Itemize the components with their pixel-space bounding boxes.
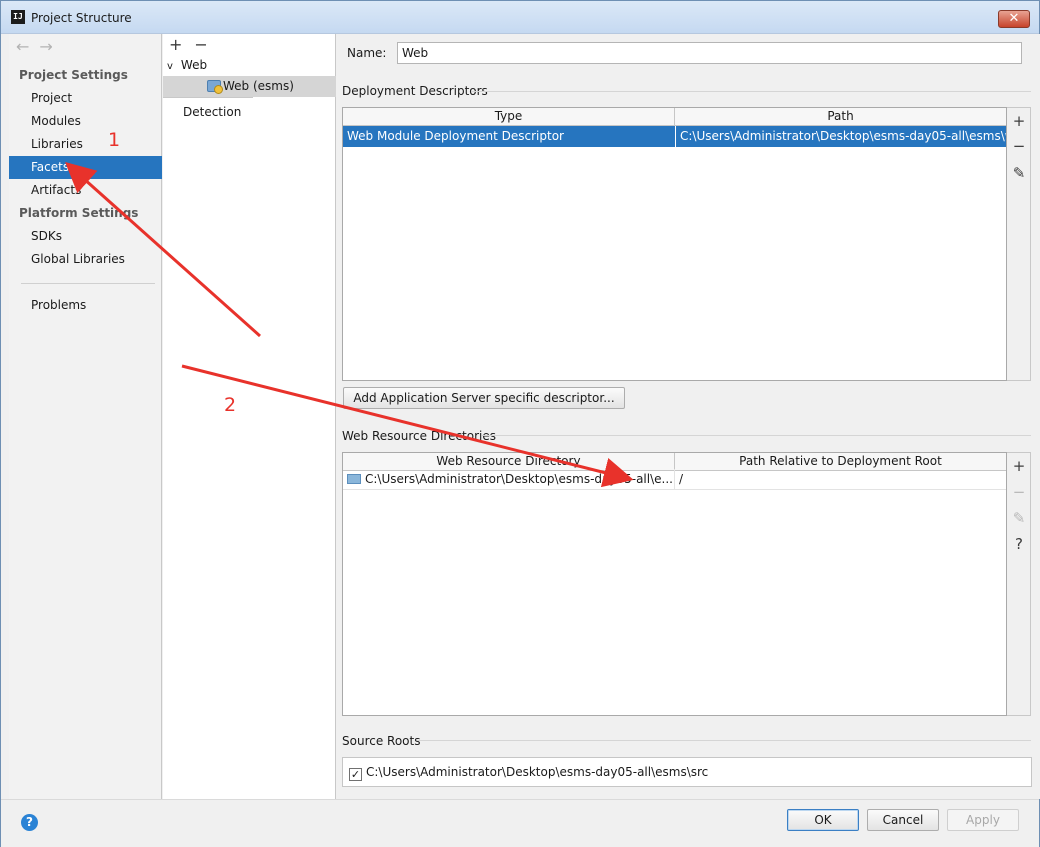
add-descriptor-icon[interactable]: +: [1007, 110, 1031, 132]
descriptor-path-cell[interactable]: C:\Users\Administrator\Desktop\esms-day0…: [675, 126, 1006, 147]
tree-node-web[interactable]: v Web: [163, 55, 336, 76]
edit-descriptor-icon[interactable]: ✎: [1007, 162, 1031, 184]
chevron-down-icon[interactable]: v: [167, 61, 173, 72]
facet-detail-panel: Name: Web Deployment Descriptors Type Pa…: [337, 34, 1040, 799]
name-label: Name:: [347, 46, 387, 60]
source-root-row[interactable]: ✓ C:\Users\Administrator\Desktop\esms-day…: [342, 757, 1032, 787]
nav-item-libraries[interactable]: Libraries: [9, 133, 162, 156]
tree-node-web-esms-label: Web (esms): [223, 79, 294, 93]
nav-item-global-libraries[interactable]: Global Libraries: [9, 248, 162, 271]
edit-web-resource-icon[interactable]: ✎: [1007, 507, 1031, 529]
apply-button[interactable]: Apply: [947, 809, 1019, 831]
title-bar: IJ Project Structure ✕: [1, 1, 1039, 34]
tree-divider: [163, 97, 253, 98]
intellij-app-icon: IJ: [11, 10, 25, 24]
web-resource-dir-path: C:\Users\Administrator\Desktop\esms-day0…: [365, 472, 673, 486]
column-header-path[interactable]: Path: [675, 108, 1006, 126]
project-structure-window: IJ Project Structure ✕ ←→ Project Settin…: [0, 0, 1040, 847]
descriptor-type-cell[interactable]: Web Module Deployment Descriptor: [343, 126, 675, 147]
descriptor-tools: + − ✎: [1007, 107, 1031, 381]
web-resource-directories-header: Web Resource Directories: [342, 429, 496, 443]
help-icon[interactable]: ?: [21, 814, 38, 831]
dialog-footer: ? OK Cancel Apply: [1, 799, 1039, 847]
add-web-resource-icon[interactable]: +: [1007, 455, 1031, 477]
remove-descriptor-icon[interactable]: −: [1007, 135, 1031, 157]
relative-path-cell[interactable]: /: [675, 469, 1006, 490]
source-root-checkbox[interactable]: ✓: [349, 768, 362, 781]
name-field[interactable]: Web: [397, 42, 1022, 64]
web-facet-icon: [207, 80, 223, 94]
group-divider: [482, 435, 1031, 436]
facets-tree: +− v Web Web (esms) Detection: [163, 34, 336, 799]
nav-item-problems[interactable]: Problems: [9, 294, 162, 317]
annotation-marker-2: 2: [224, 394, 237, 416]
nav-item-facets[interactable]: Facets: [9, 156, 162, 179]
remove-web-resource-icon[interactable]: −: [1007, 481, 1031, 503]
web-resource-tools: + − ✎ ?: [1007, 452, 1031, 716]
annotation-marker-1: 1: [108, 129, 121, 151]
web-resource-dir-cell[interactable]: C:\Users\Administrator\Desktop\esms-day0…: [343, 469, 675, 490]
tree-node-web-esms[interactable]: Web (esms): [163, 76, 336, 97]
help-icon[interactable]: ?: [1007, 533, 1031, 555]
source-root-path: C:\Users\Administrator\Desktop\esms-day0…: [366, 765, 709, 779]
deployment-descriptors-header: Deployment Descriptors: [342, 84, 488, 98]
back-forward-arrows-icon[interactable]: ←→: [16, 37, 63, 56]
nav-item-modules[interactable]: Modules: [9, 110, 162, 133]
group-divider: [417, 740, 1031, 741]
settings-nav: ←→ Project Settings Project Modules Libr…: [9, 34, 162, 799]
tree-node-web-label: Web: [180, 58, 208, 72]
platform-settings-header: Platform Settings: [19, 206, 139, 220]
nav-divider: [21, 283, 155, 284]
web-folder-icon: [347, 474, 361, 484]
project-settings-header: Project Settings: [19, 68, 128, 82]
ok-button[interactable]: OK: [787, 809, 859, 831]
cancel-button[interactable]: Cancel: [867, 809, 939, 831]
group-divider: [471, 91, 1031, 92]
web-resource-directories-table: Web Resource Directory Path Relative to …: [342, 452, 1007, 716]
close-window-button[interactable]: ✕: [998, 10, 1030, 28]
source-roots-header: Source Roots: [342, 734, 421, 748]
nav-item-project[interactable]: Project: [9, 87, 162, 110]
add-app-server-descriptor-button[interactable]: Add Application Server specific descript…: [343, 387, 625, 409]
deployment-descriptors-table: Type Path Web Module Deployment Descript…: [342, 107, 1007, 381]
tree-node-detection[interactable]: Detection: [163, 102, 336, 123]
nav-item-artifacts[interactable]: Artifacts: [9, 179, 162, 202]
tree-add-remove-toolbar[interactable]: +−: [169, 35, 220, 54]
column-header-type[interactable]: Type: [343, 108, 675, 126]
nav-item-sdks[interactable]: SDKs: [9, 225, 162, 248]
window-title: Project Structure: [31, 11, 132, 25]
